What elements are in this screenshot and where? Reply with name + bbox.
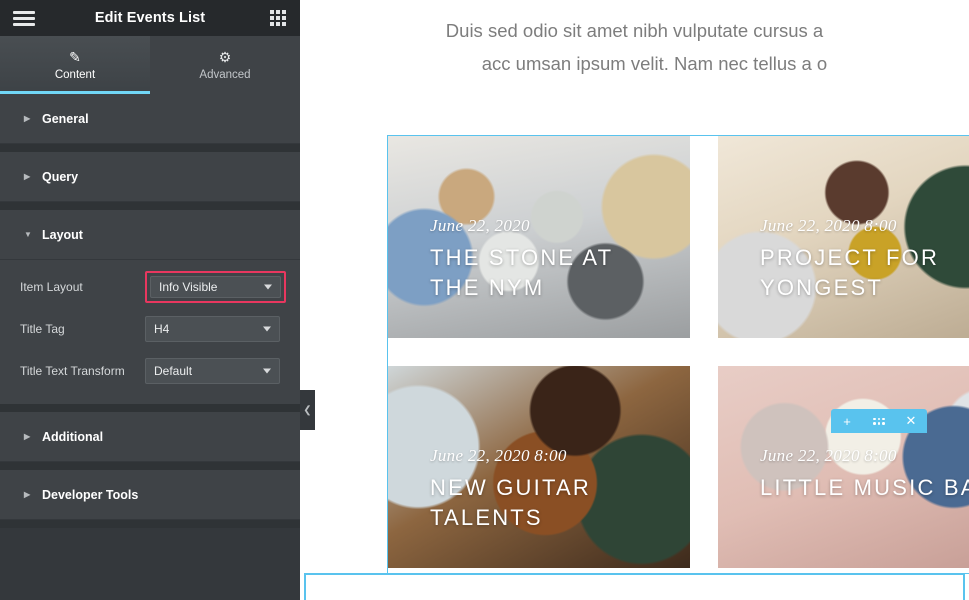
- chevron-down-icon: [263, 326, 271, 332]
- intro-paragraph: Duis sed odio sit amet nibh vulputate cu…: [300, 0, 969, 80]
- events-list-widget[interactable]: June 22, 2020 The Stone at the Nym June …: [387, 135, 969, 574]
- chevron-right-icon: ▶: [24, 489, 31, 499]
- event-card-overlay: June 22, 2020 8:00 Project for Yongest: [718, 136, 969, 338]
- field-title-text-transform: Title Text Transform Default: [20, 358, 280, 384]
- add-element-button[interactable]: +: [831, 409, 863, 433]
- page-title: Edit Events List: [94, 10, 206, 26]
- tab-advanced[interactable]: ⚙ Advanced: [150, 36, 300, 94]
- chevron-down-icon: [263, 368, 271, 374]
- apps-grid-icon[interactable]: [270, 9, 287, 27]
- divider: [0, 520, 300, 528]
- event-title: New Guitar Talents: [430, 475, 591, 530]
- divider: [0, 404, 300, 412]
- event-card[interactable]: June 22, 2020 8:00 Little Music Band: [718, 366, 969, 568]
- title-tag-select[interactable]: H4: [145, 316, 280, 342]
- events-grid: June 22, 2020 The Stone at the Nym June …: [388, 136, 969, 568]
- event-title: Project for Yongest: [760, 245, 940, 300]
- event-date: June 22, 2020 8:00: [760, 216, 897, 235]
- event-date: June 22, 2020: [430, 216, 530, 235]
- event-card[interactable]: June 22, 2020 8:00 Project for Yongest: [718, 136, 969, 338]
- event-card-overlay: June 22, 2020 The Stone at the Nym: [388, 136, 690, 338]
- divider: [0, 202, 300, 210]
- panel-header: Edit Events List: [0, 0, 300, 36]
- section-label-layout: Layout: [42, 227, 83, 242]
- hamburger-menu-icon[interactable]: [13, 9, 35, 27]
- sidebar-section-additional[interactable]: ▶ Additional: [0, 412, 300, 462]
- chevron-right-icon: ▶: [24, 431, 31, 441]
- chevron-left-icon: ❮: [303, 404, 312, 416]
- drag-element-handle[interactable]: [863, 409, 895, 433]
- title-text-transform-select[interactable]: Default: [145, 358, 280, 384]
- intro-line-1: Duis sed odio sit amet nibh vulputate cu…: [445, 20, 824, 41]
- event-card-overlay: June 22, 2020 8:00 New Guitar Talents: [388, 366, 690, 568]
- event-date: June 22, 2020 8:00: [430, 446, 567, 465]
- sidebar-section-general[interactable]: ▶ General: [0, 94, 300, 144]
- intro-line-2: acc umsan ipsum velit. Nam nec tellus a …: [481, 53, 828, 74]
- chevron-right-icon: ▶: [24, 113, 31, 123]
- remove-element-button[interactable]: ✕: [895, 409, 927, 433]
- item-layout-highlight: Info Visible: [145, 271, 286, 303]
- title-tag-value: H4: [154, 322, 170, 336]
- item-layout-value: Info Visible: [159, 280, 218, 294]
- editor-panel: Edit Events List ✎ Content ⚙ Advanced ▶ …: [0, 0, 300, 600]
- panel-collapse-toggle[interactable]: ❮: [300, 390, 315, 430]
- panel-sections: ▶ General ▶ Query ▼ Layout Item Layout I…: [0, 94, 300, 528]
- preview-canvas: Duis sed odio sit amet nibh vulputate cu…: [300, 0, 969, 600]
- event-title: The Stone at the Nym: [430, 245, 613, 300]
- element-toolbar: + ✕: [831, 409, 927, 433]
- section-label-general: General: [42, 111, 89, 126]
- event-card-overlay: June 22, 2020 8:00 Little Music Band: [718, 366, 969, 568]
- section-label-developer-tools: Developer Tools: [42, 487, 139, 502]
- tab-content[interactable]: ✎ Content: [0, 36, 150, 94]
- event-card[interactable]: June 22, 2020 8:00 New Guitar Talents: [388, 366, 690, 568]
- drag-handle-icon: [873, 417, 885, 425]
- elementor-editor: Edit Events List ✎ Content ⚙ Advanced ▶ …: [0, 0, 969, 600]
- divider: [0, 144, 300, 152]
- close-icon: ✕: [905, 413, 917, 428]
- field-item-layout: Item Layout Info Visible: [20, 271, 286, 303]
- event-title: Little Music Band: [760, 475, 969, 500]
- sidebar-section-layout[interactable]: ▼ Layout: [0, 210, 300, 260]
- chevron-right-icon: ▶: [24, 171, 31, 181]
- item-layout-select[interactable]: Info Visible: [150, 276, 281, 298]
- event-card[interactable]: June 22, 2020 The Stone at the Nym: [388, 136, 690, 338]
- sidebar-section-developer-tools[interactable]: ▶ Developer Tools: [0, 470, 300, 520]
- tab-content-label: Content: [54, 68, 96, 81]
- field-label-title-tag: Title Tag: [20, 322, 65, 336]
- section-label-additional: Additional: [42, 429, 104, 444]
- layout-section-body: Item Layout Info Visible Title Tag H4 Ti…: [0, 260, 300, 404]
- chevron-down-icon: [264, 284, 272, 290]
- event-date: June 22, 2020 8:00: [760, 446, 897, 465]
- sidebar-section-query[interactable]: ▶ Query: [0, 152, 300, 202]
- section-selection-outline[interactable]: [304, 573, 965, 600]
- field-label-item-layout: Item Layout: [20, 280, 83, 294]
- gear-icon: ⚙: [218, 48, 232, 65]
- pencil-icon: ✎: [69, 48, 81, 65]
- panel-tabs: ✎ Content ⚙ Advanced: [0, 36, 300, 94]
- section-label-query: Query: [42, 169, 79, 184]
- title-text-transform-value: Default: [154, 364, 193, 378]
- field-label-title-text-transform: Title Text Transform: [20, 364, 125, 378]
- chevron-down-icon: ▼: [24, 229, 32, 239]
- field-title-tag: Title Tag H4: [20, 316, 280, 342]
- plus-icon: +: [843, 413, 851, 429]
- divider: [0, 462, 300, 470]
- tab-advanced-label: Advanced: [199, 68, 251, 81]
